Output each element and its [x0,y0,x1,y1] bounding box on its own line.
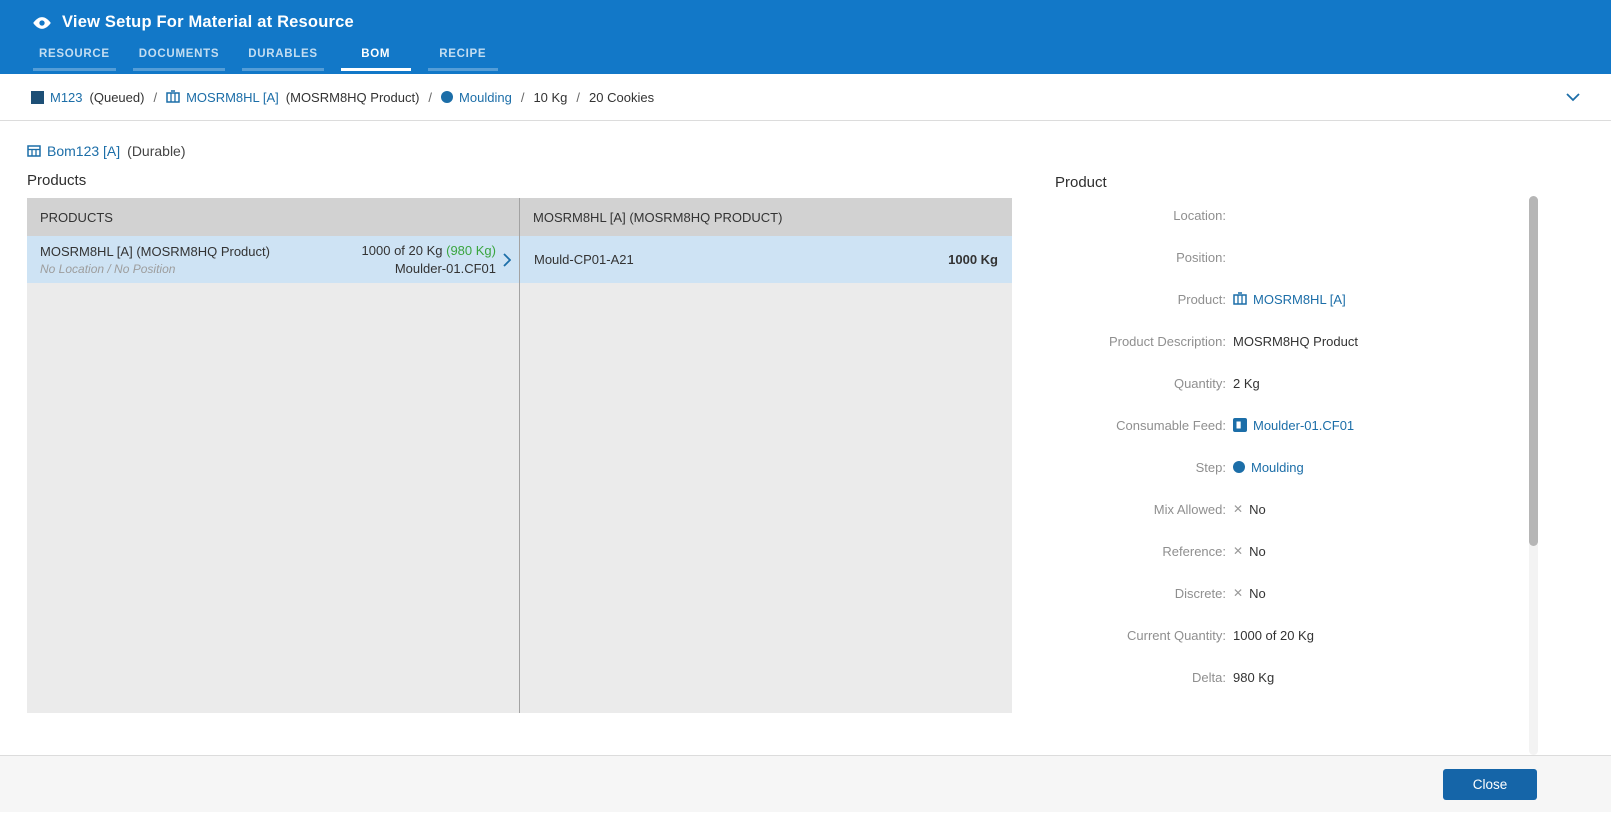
breadcrumb-separator: / [520,89,525,105]
field-quantity: Quantity: 2 Kg [1173,375,1260,391]
containers-table-empty-area [520,283,1012,713]
scrollbar-track[interactable] [1529,196,1538,755]
consumable-feed-icon [1233,418,1247,432]
scrollbar-thumb[interactable] [1529,196,1538,546]
field-reference: Reference: ✕ No [1162,543,1266,559]
tab-recipe[interactable]: RECIPE [427,39,498,71]
product-details-panel: Product Location: Position: Product: MOS… [1030,121,1550,755]
step-icon [441,91,454,103]
breadcrumb: M123 (Queued) / MOSRM8HL [A] (MOSRM8HQ P… [0,74,1611,121]
product-icon [166,90,180,104]
product-row-feed: Moulder-01.CF01 [394,261,496,276]
step-link[interactable]: Moulding [1233,460,1304,475]
bom-type: (Durable) [127,143,186,159]
field-product: Product: MOSRM8HL [A] [1177,291,1346,307]
bom-line: Bom123 [A] (Durable) [27,143,1012,159]
container-row-quantity: 1000 Kg [948,252,998,267]
close-button[interactable]: Close [1443,768,1537,800]
view-eye-icon [32,16,52,30]
footer: Close [0,755,1611,812]
chevron-right-icon [503,252,511,267]
cross-icon: ✕ [1233,586,1244,600]
tab-bom[interactable]: BOM [340,39,411,71]
breadcrumb-separator: / [153,89,158,105]
product-row-quantity: 1000 of 20 Kg [361,243,443,258]
container-row-name: Mould-CP01-A21 [534,252,634,267]
breadcrumb-step-link[interactable]: Moulding [441,90,512,105]
consumable-feed-link[interactable]: Moulder-01.CF01 [1233,418,1354,433]
product-row[interactable]: MOSRM8HL [A] (MOSRM8HQ Product) No Locat… [27,236,519,283]
product-row-main: MOSRM8HL [A] (MOSRM8HQ Product) No Locat… [40,244,270,276]
product-row-delta: (980 Kg) [446,243,496,258]
field-location: Location: [1173,207,1226,223]
panel-fields: Location: Position: Product: MOSRM8HL [A… [1030,194,1550,698]
products-section-title: Products [27,172,87,189]
breadcrumb-quantity: 10 Kg [533,89,568,105]
breadcrumb-secondary-quantity: 20 Cookies [589,89,655,105]
field-mix-allowed: Mix Allowed: ✕ No [1153,501,1266,517]
field-current-quantity: Current Quantity: 1000 of 20 Kg [1127,627,1314,643]
cross-icon: ✕ [1233,544,1244,558]
bom-table-icon [27,144,41,158]
material-icon [31,90,44,104]
containers-table: MOSRM8HL [A] (MOSRM8HQ PRODUCT) Mould-CP… [519,198,1012,713]
product-row-title: MOSRM8HL [A] (MOSRM8HQ Product) [40,243,270,259]
cross-icon: ✕ [1233,502,1244,516]
material-status: (Queued) [89,89,145,105]
field-product-description: Product Description: MOSRM8HQ Product [1108,333,1358,349]
product-icon [1233,292,1247,306]
container-row[interactable]: Mould-CP01-A21 1000 Kg [520,236,1012,283]
product-link[interactable]: MOSRM8HL [A] [1233,292,1346,307]
tab-durables[interactable]: DURABLES [242,39,324,71]
product-row-location: No Location / No Position [40,261,176,276]
breadcrumb-separator: / [576,89,581,105]
tab-bar: RESOURCE DOCUMENTS DURABLES BOM RECIPE [33,39,1611,71]
product-description: (MOSRM8HQ Product) [285,89,420,105]
products-table-header: PRODUCTS [27,198,519,236]
product-row-quantities: 1000 of 20 Kg (980 Kg) Moulder-01.CF01 [362,243,496,276]
products-table-empty-area [27,283,519,713]
products-table: PRODUCTS MOSRM8HL [A] (MOSRM8HQ Product)… [27,198,519,713]
breadcrumb-material-link[interactable]: M123 [31,90,83,105]
panel-title: Product [1055,174,1107,191]
field-step: Step: Moulding [1195,459,1304,475]
tab-documents[interactable]: DOCUMENTS [132,39,226,71]
field-discrete: Discrete: ✕ No [1174,585,1266,601]
field-position: Position: [1176,249,1226,265]
main-content: Bom123 [A] (Durable) Products PRODUCTS M… [0,121,1611,755]
field-consumable-feed: Consumable Feed: Moulder-01.CF01 [1116,417,1355,433]
field-delta: Delta: 980 Kg [1192,669,1275,685]
dialog-title: View Setup For Material at Resource [62,13,354,31]
bom-column: Bom123 [A] (Durable) Products PRODUCTS M… [27,121,1012,755]
top-header: View Setup For Material at Resource RESO… [0,0,1611,74]
breadcrumb-separator: / [428,89,433,105]
bom-link[interactable]: Bom123 [A] [27,143,120,159]
breadcrumb-product-link[interactable]: MOSRM8HL [A] [166,90,279,105]
containers-table-header: MOSRM8HL [A] (MOSRM8HQ PRODUCT) [520,198,1012,236]
tab-resource[interactable]: RESOURCE [33,39,116,71]
step-icon [1233,461,1245,473]
bom-tables: PRODUCTS MOSRM8HL [A] (MOSRM8HQ Product)… [27,198,1012,713]
chevron-down-icon[interactable] [1565,92,1581,102]
dialog-title-row: View Setup For Material at Resource [0,0,1611,32]
